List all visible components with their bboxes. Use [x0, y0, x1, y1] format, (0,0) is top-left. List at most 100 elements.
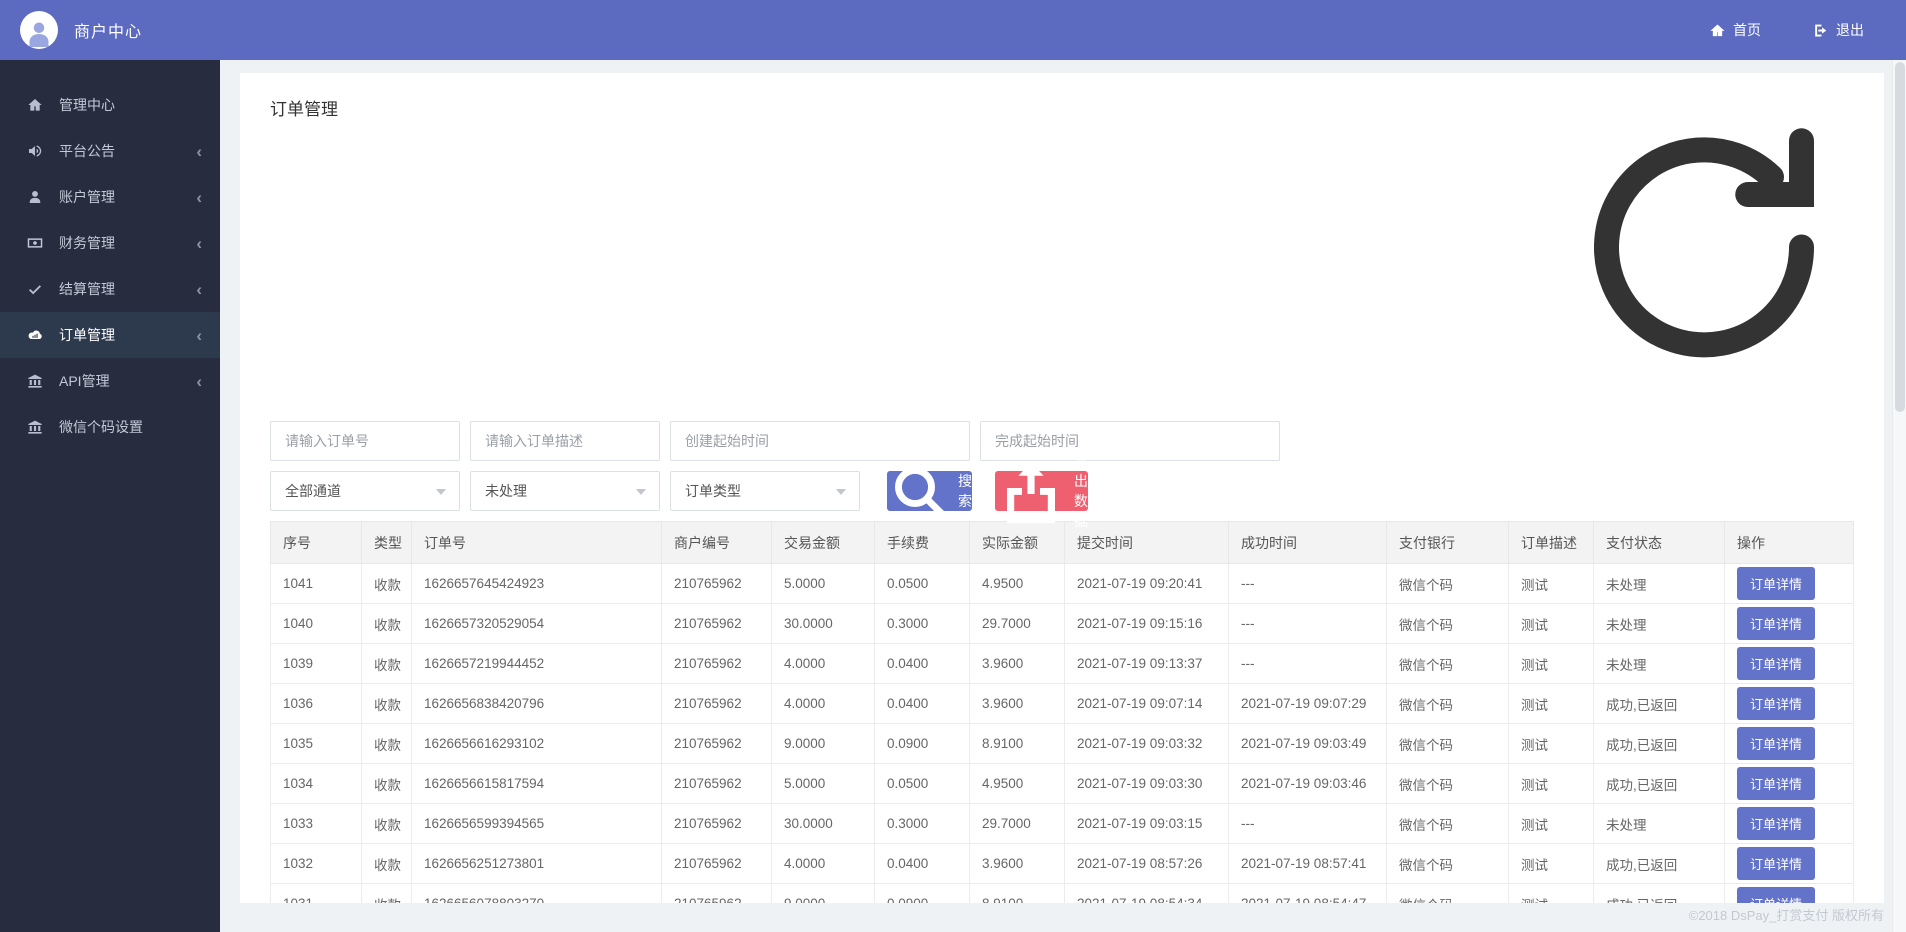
cell-submit-time: 2021-07-19 09:15:16: [1064, 603, 1229, 644]
sidebar-item-finance[interactable]: 财务管理 ‹: [0, 220, 220, 266]
column-header: 手续费: [874, 521, 970, 564]
cell-actual: 3.9600: [969, 843, 1065, 884]
order-detail-button[interactable]: 订单详情: [1737, 607, 1816, 640]
cell-fee: 0.0400: [874, 683, 970, 724]
cell-pay-status: 未处理: [1593, 563, 1725, 604]
chevron-down-icon: [836, 489, 846, 495]
cell-pay-status: 成功,已返回: [1593, 723, 1725, 764]
cell-merchant-no: 210765962: [661, 643, 772, 684]
scrollbar-thumb[interactable]: [1895, 62, 1905, 412]
order-no-input[interactable]: [270, 421, 460, 461]
nav-home[interactable]: 首页: [1710, 20, 1761, 40]
cell-order-no: 1626657645424923: [411, 563, 662, 604]
sign-out-icon: [1813, 23, 1828, 38]
cell-bank: 微信个码: [1386, 603, 1509, 644]
scrollbar[interactable]: [1892, 60, 1906, 932]
cell-amount: 9.0000: [771, 883, 875, 903]
cell-fee: 0.0400: [874, 843, 970, 884]
sidebar-item-dashboard[interactable]: 管理中心: [0, 82, 220, 128]
order-desc-input[interactable]: [470, 421, 660, 461]
refresh-icon[interactable]: [1554, 97, 1854, 397]
cell-success-time: ---: [1228, 603, 1387, 644]
cell-order-no: 1626657219944452: [411, 643, 662, 684]
cell-action: 订单详情: [1724, 803, 1854, 844]
channel-select[interactable]: 全部通道: [270, 471, 460, 511]
cell-amount: 4.0000: [771, 643, 875, 684]
cell-actual: 3.9600: [969, 683, 1065, 724]
sidebar-item-wechat-code[interactable]: 微信个码设置: [0, 404, 220, 450]
search-button[interactable]: 搜索: [887, 467, 972, 519]
cell-actual: 3.9600: [969, 643, 1065, 684]
nav-logout[interactable]: 退出: [1813, 20, 1864, 40]
order-detail-button[interactable]: 订单详情: [1737, 767, 1816, 800]
order-detail-button[interactable]: 订单详情: [1737, 887, 1816, 903]
cell-bank: 微信个码: [1386, 683, 1509, 724]
table-row: 1036 收款 1626656838420796 210765962 4.0000 0.0…: [270, 683, 1854, 724]
export-button[interactable]: 导出数据: [995, 453, 1088, 529]
bank-icon: [26, 419, 44, 435]
sidebar-item-accounts[interactable]: 账户管理 ‹: [0, 174, 220, 220]
order-detail-button[interactable]: 订单详情: [1737, 687, 1816, 720]
cell-actual: 29.7000: [969, 603, 1065, 644]
create-time-input[interactable]: [670, 421, 970, 461]
cell-bank: 微信个码: [1386, 763, 1509, 804]
cell-order-no: 1626657320529054: [411, 603, 662, 644]
sidebar-item-announce[interactable]: 平台公告 ‹: [0, 128, 220, 174]
cell-order-no: 1626656615817594: [411, 763, 662, 804]
filters: 全部通道 未处理 订单类型 搜索: [270, 421, 1854, 529]
user-icon: [26, 189, 44, 205]
cell-actual: 8.9100: [969, 883, 1065, 903]
sidebar-item-api[interactable]: API管理 ‹: [0, 358, 220, 404]
cell-submit-time: 2021-07-19 08:57:26: [1064, 843, 1229, 884]
cell-action: 订单详情: [1724, 603, 1854, 644]
cell-type: 收款: [361, 883, 412, 903]
cell-fee: 0.0900: [874, 723, 970, 764]
column-header: 序号: [270, 521, 362, 564]
cell-submit-time: 2021-07-19 09:03:32: [1064, 723, 1229, 764]
order-detail-button[interactable]: 订单详情: [1737, 727, 1816, 760]
cell-seq: 1041: [270, 563, 362, 604]
cell-bank: 微信个码: [1386, 883, 1509, 903]
sidebar-item-orders[interactable]: 订单管理 ‹: [0, 312, 220, 358]
cell-type: 收款: [361, 843, 412, 884]
order-detail-button[interactable]: 订单详情: [1737, 567, 1816, 600]
status-select[interactable]: 未处理: [470, 471, 660, 511]
cell-merchant-no: 210765962: [661, 723, 772, 764]
main-content: 订单管理 全部通道: [220, 60, 1906, 932]
cell-action: 订单详情: [1724, 723, 1854, 764]
brand-title: 商户中心: [74, 24, 143, 41]
cell-amount: 30.0000: [771, 803, 875, 844]
cell-success-time: ---: [1228, 643, 1387, 684]
cell-submit-time: 2021-07-19 09:03:30: [1064, 763, 1229, 804]
order-detail-button[interactable]: 订单详情: [1737, 807, 1816, 840]
order-detail-button[interactable]: 订单详情: [1737, 847, 1816, 880]
cell-desc: 测试: [1508, 683, 1594, 724]
search-icon: [887, 459, 951, 523]
order-detail-button[interactable]: 订单详情: [1737, 647, 1816, 680]
sidebar-item-settlement[interactable]: 结算管理 ‹: [0, 266, 220, 312]
column-header: 提交时间: [1064, 521, 1229, 564]
chevron-left-icon: ‹: [196, 187, 202, 207]
cell-seq: 1033: [270, 803, 362, 844]
check-icon: [26, 281, 44, 297]
filter-row-selects: 全部通道 未处理 订单类型 搜索 导出数据: [270, 453, 1854, 529]
cell-success-time: 2021-07-19 08:57:41: [1228, 843, 1387, 884]
cell-type: 收款: [361, 803, 412, 844]
cell-type: 收款: [361, 603, 412, 644]
card-header: 订单管理: [270, 95, 1854, 397]
chevron-left-icon: ‹: [196, 325, 202, 345]
cell-bank: 微信个码: [1386, 643, 1509, 684]
cell-desc: 测试: [1508, 563, 1594, 604]
cell-merchant-no: 210765962: [661, 763, 772, 804]
column-header: 订单号: [411, 521, 662, 564]
cell-bank: 微信个码: [1386, 563, 1509, 604]
table-row: 1041 收款 1626657645424923 210765962 5.0000 0.0…: [270, 563, 1854, 604]
cell-order-no: 1626656599394565: [411, 803, 662, 844]
order-type-select[interactable]: 订单类型: [670, 471, 860, 511]
column-header: 实际金额: [969, 521, 1065, 564]
cell-action: 订单详情: [1724, 843, 1854, 884]
cell-type: 收款: [361, 723, 412, 764]
column-header: 订单描述: [1508, 521, 1594, 564]
cell-action: 订单详情: [1724, 683, 1854, 724]
table-header-row: 序号 类型 订单号 商户编号 交易金额 手续费 实际金额 提交时间 成功时间 支付银行 订单描述 支付…: [270, 521, 1854, 564]
